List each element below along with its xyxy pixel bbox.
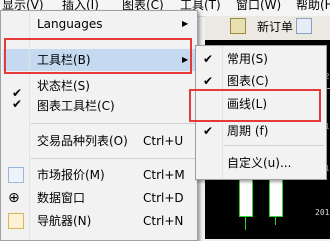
menu-item-languages[interactable]: Languages ▶ [1, 13, 197, 35]
market-watch-icon [8, 167, 24, 183]
menu-item-periodicity[interactable]: ✔ 周期 (f) [196, 120, 326, 142]
toolbar-icon[interactable] [296, 18, 312, 34]
menu-item-status-bar[interactable]: 状态栏(S) [1, 75, 197, 97]
menu-separator [31, 123, 195, 124]
menu-item-label: 数据窗口 [37, 191, 86, 205]
submenu-arrow-icon: ▶ [182, 19, 189, 28]
menu-item-shortcut: Ctrl+D [143, 191, 184, 205]
menu-item-label: Languages [37, 17, 103, 31]
menu-item-shortcut: Ctrl+M [143, 168, 185, 182]
menu-item-navigator[interactable]: 导航器(N) Ctrl+N [1, 210, 197, 232]
new-order-icon[interactable] [230, 18, 246, 34]
menu-item-label: 市场报价(M) [37, 168, 105, 182]
crosshair-icon: ⊕ [8, 190, 20, 206]
menu-item-data-window[interactable]: ⊕ 数据窗口 Ctrl+D [1, 187, 197, 209]
new-order-button[interactable]: 新订单 [257, 18, 293, 35]
check-icon: ✔ [202, 52, 214, 66]
menu-item-label: 状态栏(S) [37, 79, 90, 93]
menu-item-label: 常用(S) [227, 52, 268, 66]
menu-item-market-watch[interactable]: 市场报价(M) Ctrl+M [1, 164, 197, 186]
menu-item-symbols[interactable]: 交易品种列表(O) Ctrl+U [1, 130, 197, 152]
navigator-icon [8, 213, 24, 229]
price-label: 2010 [315, 208, 330, 217]
menu-item-label: 导航器(N) [37, 214, 92, 228]
menu-item-charts-bar[interactable]: 图表工具栏(C) [1, 95, 197, 117]
menu-separator [31, 158, 195, 159]
menu-item-shortcut: Ctrl+U [143, 134, 184, 148]
menu-separator [224, 145, 324, 146]
highlight-box [4, 38, 192, 74]
menu-item-standard[interactable]: ✔ 常用(S) [196, 48, 326, 70]
menu-help[interactable]: 帮助(H) [296, 0, 330, 13]
highlight-box [189, 89, 321, 122]
menu-item-label: 周期 (f) [227, 124, 269, 138]
menu-item-customize[interactable]: 自定义(u)... [196, 152, 326, 174]
menu-item-label: 图表工具栏(C) [37, 99, 115, 113]
menu-item-shortcut: Ctrl+N [143, 214, 184, 228]
menu-window[interactable]: 窗口(W) [236, 0, 281, 13]
check-icon: ✔ [202, 124, 214, 138]
menu-item-label: 交易品种列表(O) [37, 134, 128, 148]
menu-item-label: 自定义(u)... [227, 156, 292, 170]
